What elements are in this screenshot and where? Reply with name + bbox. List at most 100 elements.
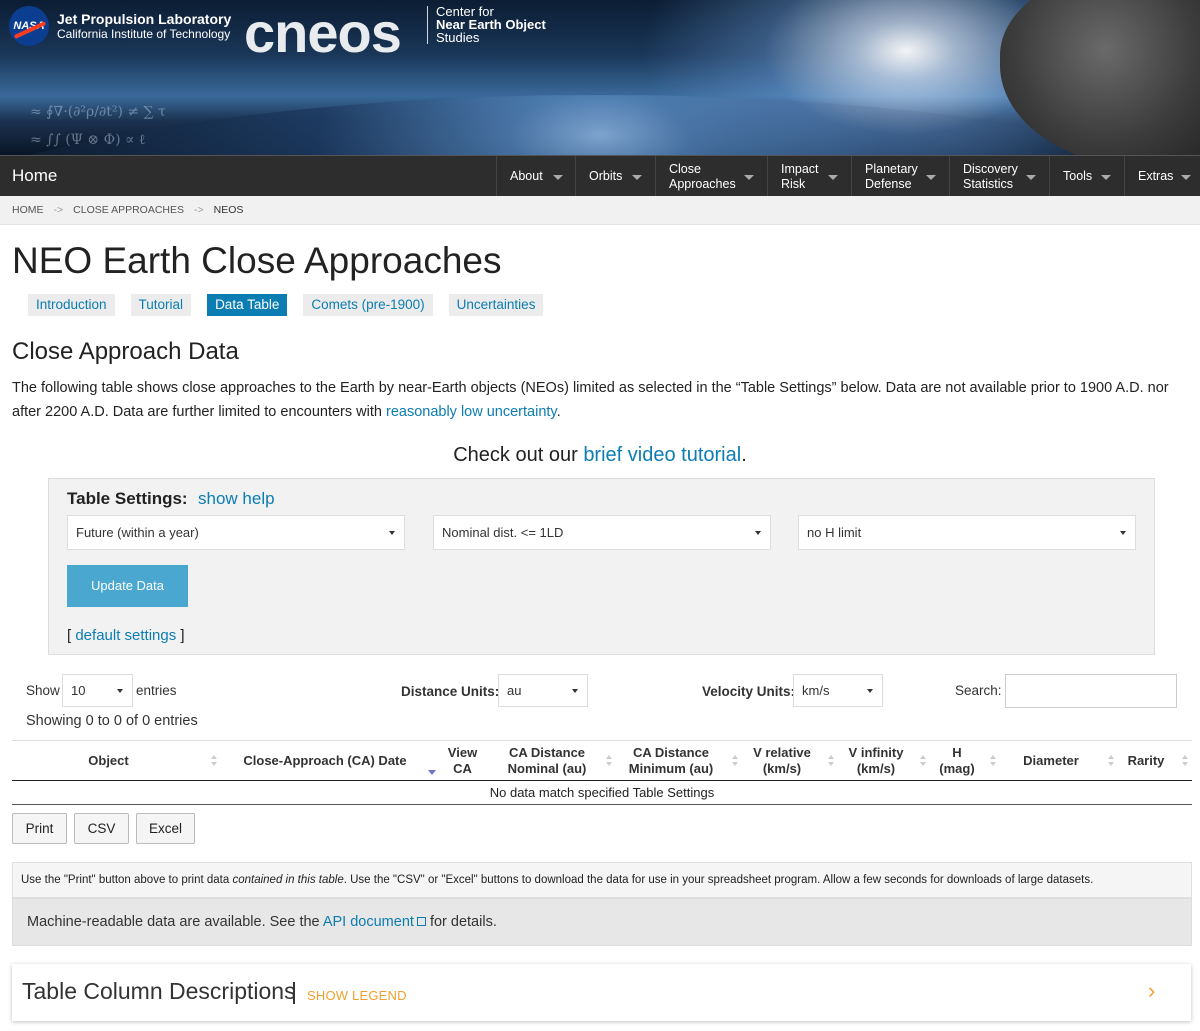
sort-icon (828, 755, 834, 767)
tab-uncertainties[interactable]: Uncertainties (448, 294, 544, 316)
nasa-logo[interactable]: NASA (9, 6, 49, 46)
velocity-units-label: Velocity Units: (702, 684, 796, 699)
show-legend-toggle[interactable]: SHOW LEGEND (307, 988, 407, 1003)
table-settings-label: Table Settings: (67, 489, 188, 508)
col-v-relative[interactable]: V relative (km/s) (742, 741, 834, 781)
col-rarity[interactable]: Rarity (1116, 741, 1188, 781)
nav-impact-risk[interactable]: Impact Risk (767, 156, 851, 197)
col-ca-distance-nominal[interactable]: CA Distance Nominal (au) (494, 741, 612, 781)
tab-tutorial[interactable]: Tutorial (130, 294, 192, 316)
col-v-infinity[interactable]: V infinity (km/s) (838, 741, 926, 781)
intro-text: The following table shows close approach… (12, 380, 1169, 420)
chevron-right-icon[interactable]: › (1148, 978, 1155, 1004)
caret-down-icon (1181, 175, 1191, 180)
api-document-link[interactable]: API document (323, 914, 426, 930)
dropdown-caret-icon (389, 531, 395, 535)
site-banner: ≈ ∮∇·(∂²ρ/∂t²) ≠ ∑ τ ≈ ∫∫ (Ψ ⊗ Φ) ∝ ℓ NAS… (0, 0, 1200, 155)
dropdown-caret-icon (117, 689, 123, 693)
show-help-link[interactable]: show help (198, 489, 275, 509)
main-nav: Home About Orbits Close Approaches Impact… (0, 155, 1200, 197)
external-link-icon (416, 917, 426, 926)
nav-tools[interactable]: Tools (1049, 156, 1124, 197)
col-diameter[interactable]: Diameter (1000, 741, 1114, 781)
sort-icon (606, 755, 612, 767)
csv-button[interactable]: CSV (74, 813, 129, 844)
page-title: NEO Earth Close Approaches (12, 240, 502, 281)
dropdown-caret-icon (867, 689, 873, 693)
showing-info: Showing 0 to 0 of 0 entries (26, 713, 198, 729)
jpl-name[interactable]: Jet Propulsion Laboratory (57, 11, 231, 27)
nav-orbits[interactable]: Orbits (575, 156, 655, 197)
nav-planetary-defense[interactable]: Planetary Defense (851, 156, 949, 197)
table-empty-row: No data match specified Table Settings (12, 781, 1192, 805)
h-limit-select[interactable]: no H limit (798, 515, 1136, 550)
caret-down-icon (744, 175, 754, 180)
nav-home[interactable]: Home (12, 166, 57, 186)
formula-decoration: ≈ ∮∇·(∂²ρ/∂t²) ≠ ∑ τ ≈ ∫∫ (Ψ ⊗ Φ) ∝ ℓ (30, 104, 166, 148)
export-note: Use the "Print" button above to print da… (12, 862, 1192, 898)
print-button[interactable]: Print (12, 813, 67, 844)
sort-icon (732, 755, 738, 767)
entries-select[interactable]: 10 (62, 674, 133, 707)
nav-discovery-statistics[interactable]: Discovery Statistics (949, 156, 1049, 197)
video-callout: Check out our brief video tutorial. (453, 444, 747, 466)
nav-extras[interactable]: Extras (1124, 156, 1200, 197)
col-ca-distance-minimum[interactable]: CA Distance Minimum (au) (616, 741, 738, 781)
update-data-button[interactable]: Update Data (67, 565, 188, 607)
breadcrumb-current: NEOS (213, 204, 244, 216)
column-descriptions-card[interactable]: Table Column Descriptions SHOW LEGEND › (12, 964, 1191, 1021)
nav-close-approaches[interactable]: Close Approaches (655, 156, 767, 197)
distance-select[interactable]: Nominal dist. <= 1LD (433, 515, 771, 550)
nav-about[interactable]: About (496, 156, 575, 197)
col-h-mag[interactable]: H (mag) (930, 741, 996, 781)
caret-down-icon (632, 175, 642, 180)
show-label: Show (26, 683, 60, 698)
breadcrumb: HOME -> CLOSE APPROACHES -> NEOS (0, 196, 1200, 225)
column-descriptions-title: Table Column Descriptions (22, 978, 296, 1004)
section-title: Close Approach Data (12, 338, 239, 365)
dropdown-caret-icon (755, 531, 761, 535)
time-range-select[interactable]: Future (within a year) (67, 515, 405, 550)
sort-icon (990, 755, 996, 767)
jpl-subtitle: California Institute of Technology (57, 27, 231, 41)
caret-down-icon (828, 175, 838, 180)
dropdown-caret-icon (572, 689, 578, 693)
sort-icon (1182, 755, 1188, 767)
breadcrumb-separator: -> (194, 204, 204, 216)
dropdown-caret-icon (1120, 531, 1126, 535)
breadcrumb-home[interactable]: HOME (12, 204, 44, 216)
distance-units-select[interactable]: au (498, 674, 588, 707)
col-object[interactable]: Object (12, 741, 217, 781)
sort-icon (1108, 755, 1114, 767)
uncertainty-link[interactable]: reasonably low uncertainty (386, 404, 557, 420)
logo-divider (427, 6, 428, 44)
cneos-fullname: Center for Near Earth Object Studies (436, 4, 546, 45)
default-settings: [ default settings ] (67, 627, 185, 644)
search-input[interactable] (1005, 674, 1177, 708)
tab-introduction[interactable]: Introduction (28, 294, 115, 316)
sort-icon (211, 755, 217, 767)
col-ca-date[interactable]: Close-Approach (CA) Date (220, 741, 436, 781)
table-header: Object Close-Approach (CA) Date View CA C… (12, 740, 1192, 781)
caret-down-icon (553, 175, 563, 180)
cneos-logo[interactable]: cneos (244, 0, 402, 65)
title-divider (293, 982, 295, 1004)
breadcrumb-separator: -> (53, 204, 64, 216)
caret-down-icon (926, 175, 936, 180)
velocity-units-select[interactable]: km/s (793, 674, 883, 707)
excel-button[interactable]: Excel (136, 813, 195, 844)
table-settings-panel: Table Settings: show help Future (within… (48, 478, 1155, 655)
tab-data-table[interactable]: Data Table (207, 294, 288, 316)
distance-units-label: Distance Units: (401, 684, 500, 699)
sort-desc-icon (428, 755, 436, 775)
sub-tabs: Introduction Tutorial Data Table Comets … (28, 294, 559, 316)
api-note: Machine-readable data are available. See… (12, 898, 1192, 946)
video-tutorial-link[interactable]: brief video tutorial (583, 444, 741, 466)
col-view-ca[interactable]: View CA (442, 741, 483, 781)
breadcrumb-close-approaches[interactable]: CLOSE APPROACHES (73, 204, 184, 216)
default-settings-link[interactable]: default settings (75, 627, 176, 644)
tab-comets[interactable]: Comets (pre-1900) (303, 294, 433, 316)
sort-icon (920, 755, 926, 767)
caret-down-icon (1101, 175, 1111, 180)
search-label: Search: (955, 683, 1002, 698)
